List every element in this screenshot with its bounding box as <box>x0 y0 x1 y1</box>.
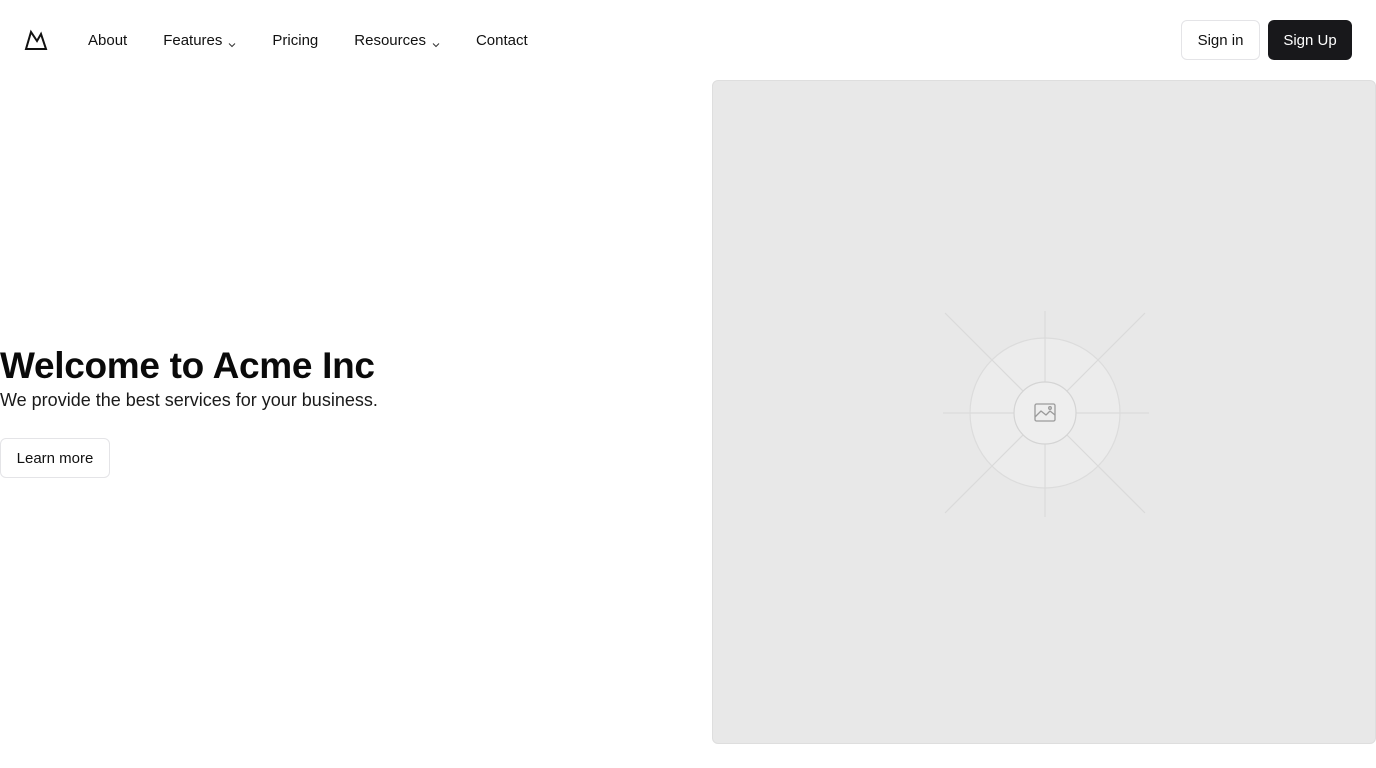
nav-link-label: Resources <box>354 31 426 49</box>
sign-up-button[interactable]: Sign Up <box>1268 20 1352 60</box>
nav-link-contact[interactable]: Contact <box>476 32 528 49</box>
learn-more-button[interactable]: Learn more <box>0 438 110 478</box>
hero-image-placeholder <box>712 80 1376 744</box>
chevron-down-icon <box>432 36 440 48</box>
nav-link-label: Contact <box>475 31 528 49</box>
main-nav: About Features Pricing Resources Contact <box>88 0 528 80</box>
top-navbar: About Features Pricing Resources Contact… <box>0 0 1376 80</box>
mountain-logo-icon[interactable] <box>24 28 48 52</box>
nav-link-resources[interactable]: Resources <box>354 32 440 49</box>
sign-in-button[interactable]: Sign in <box>1181 20 1260 60</box>
nav-link-features[interactable]: Features <box>163 32 236 49</box>
hero-title: Welcome to Acme Inc <box>0 345 375 386</box>
chevron-down-icon <box>228 36 236 48</box>
nav-link-label: About <box>88 31 128 49</box>
nav-link-label: Pricing <box>272 31 319 49</box>
image-placeholder-icon <box>943 311 1149 517</box>
nav-link-about[interactable]: About <box>88 32 127 49</box>
nav-link-label: Features <box>163 31 223 49</box>
hero-subtitle: We provide the best services for your bu… <box>0 390 378 410</box>
nav-link-pricing[interactable]: Pricing <box>272 32 318 49</box>
